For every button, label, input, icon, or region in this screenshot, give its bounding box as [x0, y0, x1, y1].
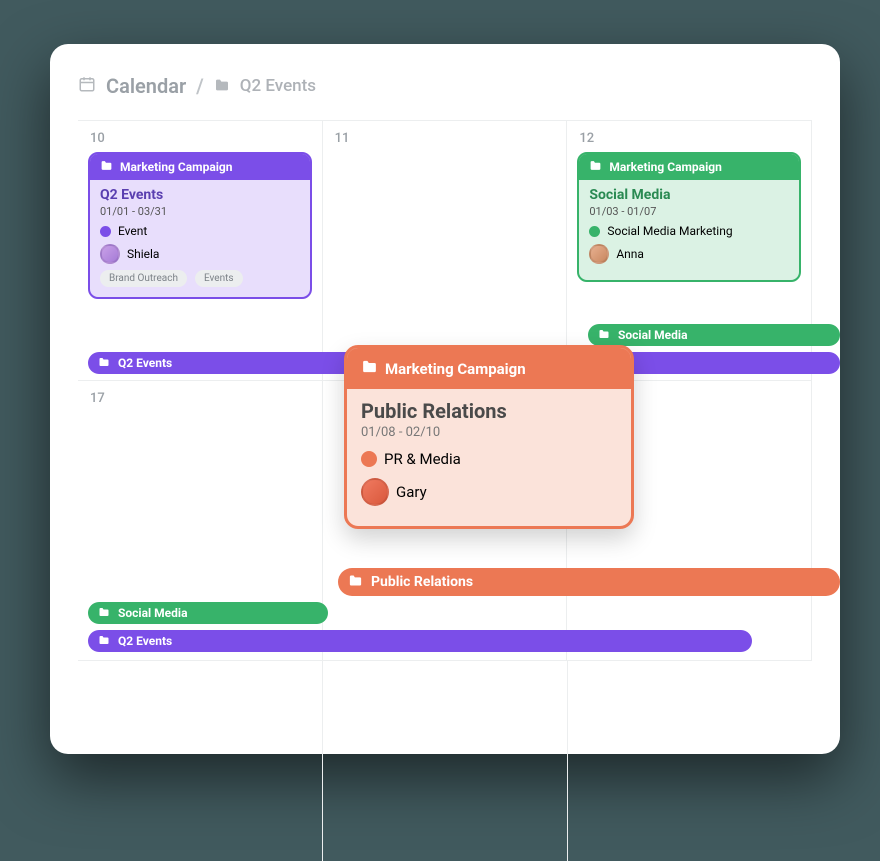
- event-bar-socialmedia[interactable]: Social Media: [88, 602, 328, 624]
- calendar-icon: [78, 74, 96, 98]
- folder-icon: [98, 634, 110, 649]
- breadcrumb-root[interactable]: Calendar: [106, 74, 186, 98]
- event-bar-publicrelations[interactable]: Public Relations: [338, 568, 840, 596]
- bar-group: Q2 Events: [88, 624, 752, 652]
- category-dot: [589, 226, 600, 237]
- card-body: Q2 Events 01/01 - 03/31 Event Shiela Bra…: [90, 180, 310, 297]
- card-folder-label: Marketing Campaign: [385, 360, 526, 378]
- category-label: Event: [118, 224, 147, 238]
- bar-label: Public Relations: [371, 574, 473, 590]
- day-number: 12: [577, 131, 801, 146]
- breadcrumb-sub[interactable]: Q2 Events: [240, 76, 316, 96]
- tag[interactable]: Brand Outreach: [100, 270, 187, 287]
- event-bar-socialmedia[interactable]: Social Media: [588, 324, 840, 346]
- card-folder-label: Marketing Campaign: [609, 160, 722, 174]
- breadcrumb-separator: /: [196, 74, 204, 98]
- event-bar-q2events[interactable]: Q2 Events: [88, 630, 752, 652]
- card-body: Social Media 01/03 - 01/07 Social Media …: [579, 180, 799, 280]
- category-label: PR & Media: [384, 450, 461, 468]
- day-number: 17: [88, 391, 312, 406]
- folder-icon: [361, 358, 378, 379]
- bar-label: Social Media: [118, 606, 188, 620]
- card-tags: Brand Outreach Events: [100, 270, 300, 287]
- avatar: [100, 244, 120, 264]
- card-category: PR & Media: [361, 450, 617, 468]
- avatar: [361, 478, 389, 506]
- bar-group: Public Relations: [88, 562, 840, 596]
- event-card-publicrelations[interactable]: Marketing Campaign Public Relations 01/0…: [344, 345, 634, 529]
- card-header: Marketing Campaign: [90, 154, 310, 180]
- bar-group: Social Media: [88, 596, 328, 624]
- bar-group: Social Media: [88, 318, 840, 346]
- event-card-q2events[interactable]: Marketing Campaign Q2 Events 01/01 - 03/…: [88, 152, 312, 299]
- day-number: 10: [88, 131, 312, 146]
- folder-icon: [98, 356, 110, 371]
- day-number: 11: [333, 131, 557, 146]
- folder-icon: [214, 74, 230, 98]
- bar-label: Q2 Events: [118, 634, 172, 648]
- card-body: Public Relations 01/08 - 02/10 PR & Medi…: [347, 389, 631, 526]
- folder-icon: [589, 159, 602, 175]
- card-title: Social Media: [589, 187, 789, 203]
- breadcrumb: Calendar / Q2 Events: [78, 74, 812, 98]
- card-title: Q2 Events: [100, 187, 300, 203]
- card-header: Marketing Campaign: [579, 154, 799, 180]
- folder-icon: [598, 328, 610, 343]
- folder-icon: [98, 606, 110, 621]
- card-category: Social Media Marketing: [589, 224, 789, 238]
- calendar-panel: Calendar / Q2 Events 10 Marketing Campai…: [50, 44, 840, 754]
- assignee-name: Anna: [616, 247, 644, 261]
- calendar-cell[interactable]: [78, 661, 323, 861]
- bar-label: Social Media: [618, 328, 688, 342]
- card-dates: 01/08 - 02/10: [361, 425, 617, 440]
- assignee-name: Shiela: [127, 247, 159, 261]
- category-dot: [100, 226, 111, 237]
- folder-icon: [100, 159, 113, 175]
- card-dates: 01/01 - 03/31: [100, 205, 300, 218]
- card-assignee: Anna: [589, 244, 789, 264]
- calendar-cell[interactable]: [323, 661, 568, 861]
- tag[interactable]: Events: [195, 270, 243, 287]
- avatar: [589, 244, 609, 264]
- bar-label: Q2 Events: [118, 356, 172, 370]
- category-dot: [361, 451, 377, 467]
- category-label: Social Media Marketing: [607, 224, 732, 238]
- folder-icon: [348, 573, 363, 592]
- card-title: Public Relations: [361, 399, 617, 423]
- calendar-row-1: 10 Marketing Campaign Q2 Events 01/01 - …: [78, 120, 812, 380]
- calendar-row-2: 17 Marketing Campaign Public Relations 0…: [78, 380, 812, 660]
- card-dates: 01/03 - 01/07: [589, 205, 789, 218]
- card-assignee: Gary: [361, 478, 617, 506]
- calendar-cell[interactable]: [568, 661, 812, 861]
- assignee-name: Gary: [396, 483, 427, 501]
- card-assignee: Shiela: [100, 244, 300, 264]
- card-category: Event: [100, 224, 300, 238]
- card-header: Marketing Campaign: [347, 348, 631, 389]
- card-folder-label: Marketing Campaign: [120, 160, 233, 174]
- event-card-socialmedia[interactable]: Marketing Campaign Social Media 01/03 - …: [577, 152, 801, 282]
- calendar-row-3: [78, 660, 812, 861]
